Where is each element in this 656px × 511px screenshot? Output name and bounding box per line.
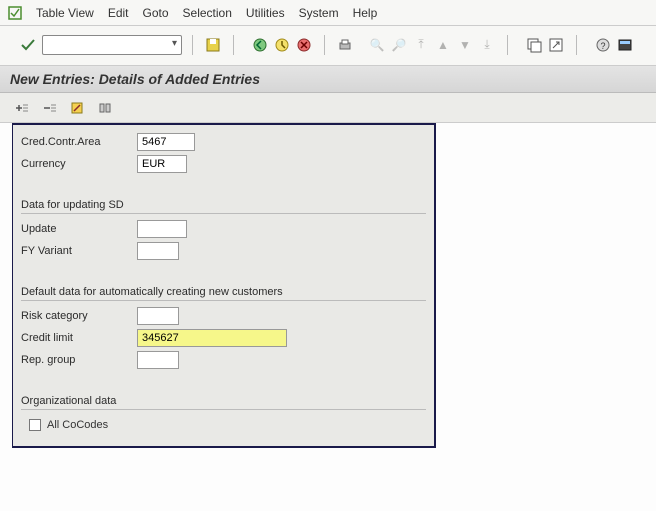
expand-all-icon[interactable] (12, 99, 32, 117)
cancel-icon[interactable] (294, 35, 314, 55)
menu-goto[interactable]: Goto (143, 6, 169, 20)
save-icon[interactable] (203, 35, 223, 55)
application-toolbar (0, 93, 656, 123)
menu-help[interactable]: Help (353, 6, 378, 20)
menu-label: System (299, 6, 339, 20)
nav-group (250, 35, 314, 55)
rep-group-input[interactable] (137, 351, 179, 369)
next-page-icon: ▼ (455, 35, 475, 55)
page-title: New Entries: Details of Added Entries (0, 66, 656, 93)
group-title-default: Default data for automatically creating … (21, 286, 426, 301)
first-page-icon: ⤒ (411, 35, 431, 55)
risk-category-label: Risk category (21, 310, 131, 322)
shortcut-icon[interactable] (546, 35, 566, 55)
menu-utilities[interactable]: Utilities (246, 6, 285, 20)
menu-label: Help (353, 6, 378, 20)
svg-text:?: ? (600, 41, 605, 51)
find-next-icon: 🔎 (389, 35, 409, 55)
group-title-org: Organizational data (21, 395, 426, 410)
menu-label: Goto (143, 6, 169, 20)
credit-limit-label: Credit limit (21, 332, 131, 344)
fy-variant-input[interactable] (137, 242, 179, 260)
page-title-text: New Entries: Details of Added Entries (10, 71, 260, 87)
last-page-icon: ⤓ (477, 35, 497, 55)
help-icon[interactable]: ? (593, 35, 613, 55)
cred-contr-area-label: Cred.Contr.Area (21, 136, 131, 148)
menu-label: Table View (36, 6, 94, 20)
nav-disabled-group: 🔍 🔎 ⤒ ▲ ▼ ⤓ (367, 35, 497, 55)
currency-label: Currency (21, 158, 131, 170)
details-panel: Cred.Contr.Area Currency Data for updati… (12, 123, 436, 448)
menu-label: Selection (183, 6, 232, 20)
menu-table-view[interactable]: Table View (36, 6, 94, 20)
group-org-data: Organizational data All CoCodes (13, 381, 434, 446)
standard-toolbar: 🔍 🔎 ⤒ ▲ ▼ ⤓ ? (0, 26, 656, 66)
all-cocodes-checkbox[interactable] (29, 419, 41, 431)
menu-edit[interactable]: Edit (108, 6, 129, 20)
menu-system[interactable]: System (299, 6, 339, 20)
command-field[interactable] (42, 35, 182, 55)
layout-icon[interactable] (615, 35, 635, 55)
session-group (524, 35, 566, 55)
find-icon: 🔍 (367, 35, 387, 55)
header-group: Cred.Contr.Area Currency (13, 125, 434, 185)
new-session-icon[interactable] (524, 35, 544, 55)
group-title-sd: Data for updating SD (21, 199, 426, 214)
update-label: Update (21, 223, 131, 235)
config-icon[interactable] (96, 99, 116, 117)
all-cocodes-label: All CoCodes (47, 419, 108, 431)
credit-limit-input[interactable] (137, 329, 287, 347)
menu-selection[interactable]: Selection (183, 6, 232, 20)
currency-input[interactable] (137, 155, 187, 173)
print-icon[interactable] (335, 35, 355, 55)
enter-icon[interactable] (20, 37, 36, 53)
menubar: Table View Edit Goto Selection Utilities… (0, 0, 656, 26)
fy-variant-label: FY Variant (21, 245, 131, 257)
cred-contr-area-input[interactable] (137, 133, 195, 151)
group-update-sd: Data for updating SD Update FY Variant (13, 185, 434, 272)
collapse-all-icon[interactable] (40, 99, 60, 117)
rep-group-label: Rep. group (21, 354, 131, 366)
prev-page-icon: ▲ (433, 35, 453, 55)
menu-command-icon[interactable] (8, 6, 22, 20)
menu-label: Edit (108, 6, 129, 20)
menu-label: Utilities (246, 6, 285, 20)
risk-category-input[interactable] (137, 307, 179, 325)
group-default-data: Default data for automatically creating … (13, 272, 434, 381)
exit-icon[interactable] (272, 35, 292, 55)
back-icon[interactable] (250, 35, 270, 55)
delimit-icon[interactable] (68, 99, 88, 117)
update-input[interactable] (137, 220, 187, 238)
help-group: ? (593, 35, 635, 55)
